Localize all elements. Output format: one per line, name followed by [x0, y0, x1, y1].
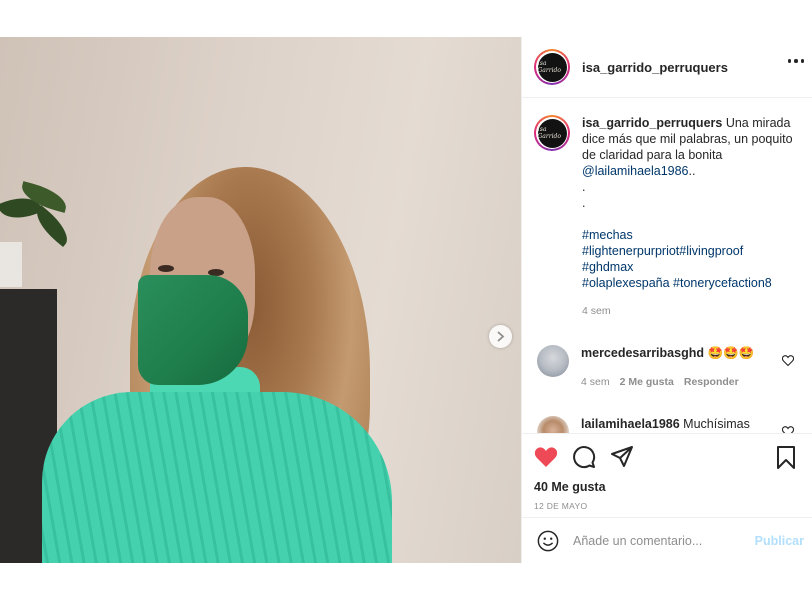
- hashtag-link[interactable]: #olaplexespaña #tonerycefaction8: [582, 275, 796, 291]
- chevron-right-icon: [497, 331, 505, 342]
- face-mask: [138, 275, 248, 385]
- caption-body: isa_garrido_perruquers Una mirada dice m…: [582, 115, 796, 319]
- add-comment-bar: Publicar: [522, 517, 812, 563]
- comment-item: mercedesarribasghd 🤩🤩🤩 4 sem 2 Me gusta …: [534, 345, 796, 390]
- person-eye: [158, 265, 174, 272]
- post-photo[interactable]: [0, 37, 521, 563]
- avatar[interactable]: Isa Garrido: [534, 49, 570, 85]
- emoji-button[interactable]: [537, 530, 559, 552]
- like-count[interactable]: 40 Me gusta: [534, 480, 800, 494]
- comment-username[interactable]: lailamihaela1986: [581, 417, 680, 431]
- comment-avatar[interactable]: [537, 345, 569, 377]
- avatar-logo: Isa Garrido: [537, 52, 567, 82]
- carousel-next-button[interactable]: [489, 325, 512, 348]
- person-sweater: [42, 392, 392, 563]
- more-options-icon[interactable]: [787, 59, 804, 63]
- avatar-logo: Isa Garrido: [537, 118, 567, 148]
- hashtag-link[interactable]: #lightenerpurpriot#livingproof: [582, 243, 796, 259]
- comment-likes[interactable]: 2 Me gusta: [620, 374, 674, 390]
- comment-time[interactable]: 4 sem: [581, 374, 610, 390]
- caption-mention[interactable]: @lailamihaela1986: [582, 164, 689, 178]
- like-button[interactable]: [534, 446, 558, 468]
- save-button[interactable]: [776, 446, 796, 474]
- heart-filled-icon: [534, 447, 558, 467]
- caption: Isa Garrido isa_garrido_perruquers Una m…: [534, 115, 796, 319]
- caption-time[interactable]: 4 sem: [582, 303, 796, 319]
- share-button[interactable]: [610, 446, 634, 468]
- comments-section[interactable]: Isa Garrido isa_garrido_perruquers Una m…: [522, 99, 812, 433]
- comment-avatar[interactable]: [537, 416, 569, 433]
- hashtag-link[interactable]: #ghdmax: [582, 259, 796, 275]
- smiley-icon: [537, 530, 559, 551]
- hashtag-link[interactable]: #mechas: [582, 227, 796, 243]
- caption-dot: .: [582, 180, 586, 194]
- caption-avatar[interactable]: Isa Garrido: [534, 115, 570, 151]
- post-date[interactable]: 12 DE MAYO: [534, 501, 800, 511]
- plant-leaf: [29, 204, 75, 248]
- comment-text: 🤩🤩🤩: [707, 346, 755, 360]
- reply-button[interactable]: Responder: [684, 374, 739, 390]
- publish-button[interactable]: Publicar: [755, 534, 804, 548]
- header-username[interactable]: isa_garrido_perruquers: [582, 60, 728, 75]
- comment-item: lailamihaela1986 Muchísimas gracias cora…: [534, 416, 796, 433]
- post-header: Isa Garrido isa_garrido_perruquers: [522, 37, 812, 98]
- post-actions: 40 Me gusta 12 DE MAYO: [522, 433, 812, 511]
- comment-bubble-icon: [573, 446, 596, 469]
- caption-username[interactable]: isa_garrido_perruquers: [582, 116, 722, 130]
- post-side-panel: Isa Garrido isa_garrido_perruquers Isa G…: [521, 37, 812, 563]
- comment-username[interactable]: mercedesarribasghd: [581, 346, 704, 360]
- paper-plane-icon: [611, 446, 633, 467]
- comment-button[interactable]: [572, 445, 596, 469]
- caption-mention-suffix: ..: [688, 164, 696, 178]
- heart-icon[interactable]: [782, 355, 794, 366]
- comment-input[interactable]: [573, 533, 753, 548]
- bookmark-icon: [777, 446, 795, 469]
- heart-icon[interactable]: [782, 426, 794, 433]
- background-plant-pot: [0, 242, 22, 287]
- caption-dot: .: [582, 196, 586, 210]
